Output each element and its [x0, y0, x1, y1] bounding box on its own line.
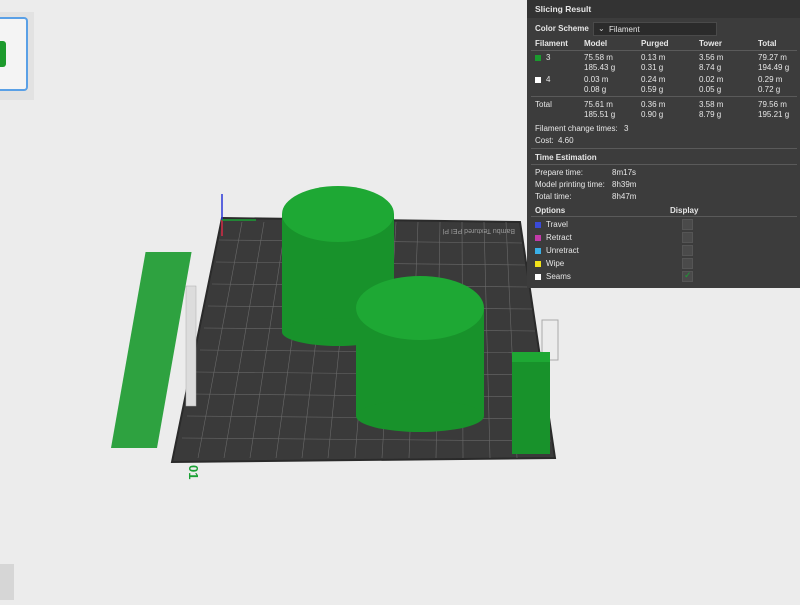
filament-4-total-wt: 0.72 g [758, 85, 781, 94]
filament-3-swatch [535, 55, 541, 61]
separator [531, 96, 797, 97]
plate-tab-left [185, 285, 197, 407]
seams-swatch [535, 274, 541, 280]
display-label: Display [670, 206, 699, 215]
plate-label: Bambu Textured PEI Pl [442, 227, 515, 234]
total-purged-wt: 0.90 g [641, 110, 664, 119]
total-time-label: Total time: [535, 192, 572, 201]
option-label: Seams [546, 272, 571, 281]
col-total: Total [758, 39, 777, 48]
color-scheme-value: Filament [609, 25, 640, 34]
prepare-time-label: Prepare time: [535, 168, 584, 177]
filament-4-model-wt: 0.08 g [584, 85, 607, 94]
panel-title: Slicing Result [527, 0, 800, 18]
filament-3-purged-len: 0.13 m [641, 53, 666, 62]
col-model: Model [584, 39, 608, 48]
filament-4-tower-wt: 0.05 g [699, 85, 722, 94]
total-total-wt: 195.21 g [758, 110, 790, 119]
separator [531, 216, 797, 217]
color-scheme-row: Color Scheme ⌄ Filament [535, 22, 795, 36]
time-estimation-title: Time Estimation [535, 153, 597, 162]
seams-display-checkbox[interactable] [682, 270, 693, 282]
filament-3-total-wt: 194.49 g [758, 63, 790, 72]
slicing-result-panel: Slicing Result Color Scheme ⌄ Filament F… [527, 0, 800, 288]
total-label: Total [535, 100, 552, 109]
travel-display-checkbox[interactable] [682, 219, 693, 230]
option-wipe: Wipe [535, 258, 705, 270]
total-total-len: 79.56 m [758, 100, 787, 109]
filament-3-tower-len: 3.56 m [699, 53, 724, 62]
separator [531, 148, 797, 149]
option-label: Travel [546, 220, 568, 229]
col-tower: Tower [699, 39, 722, 48]
plate-thumbnail[interactable] [0, 17, 28, 91]
filament-3-model-len: 75.58 m [584, 53, 613, 62]
thumbnail-object [0, 41, 6, 67]
option-retract: Retract [535, 232, 705, 244]
filament-change-label: Filament change times: [535, 124, 618, 133]
total-purged-len: 0.36 m [641, 100, 666, 109]
option-label: Retract [546, 233, 572, 242]
separator [531, 50, 797, 51]
filament-3-tower-wt: 8.74 g [699, 63, 722, 72]
retract-swatch [535, 235, 541, 241]
unretract-swatch [535, 248, 541, 254]
wipe-swatch [535, 261, 541, 267]
model-block [512, 352, 550, 454]
filament-4-total-len: 0.29 m [758, 75, 783, 84]
color-scheme-label: Color Scheme [535, 24, 589, 33]
cost-value: 4.60 [558, 136, 574, 145]
options-label: Options [535, 206, 566, 215]
total-model-wt: 185.51 g [584, 110, 616, 119]
bottom-left-chip [0, 564, 14, 600]
travel-swatch [535, 222, 541, 228]
prepare-time-value: 8m17s [612, 168, 637, 177]
filament-change-value: 3 [624, 124, 629, 133]
option-travel: Travel [535, 219, 705, 231]
filament-3-model-wt: 185.43 g [584, 63, 616, 72]
plate-number: 01 [186, 465, 201, 479]
retract-display-checkbox[interactable] [682, 232, 693, 243]
option-seams: Seams [535, 270, 705, 283]
option-label: Wipe [546, 259, 565, 268]
filament-3-purged-wt: 0.31 g [641, 63, 664, 72]
model-time-value: 8h39m [612, 180, 637, 189]
total-tower-wt: 8.79 g [699, 110, 722, 119]
filament-4-model-len: 0.03 m [584, 75, 609, 84]
model-time-label: Model printing time: [535, 180, 605, 189]
prime-tower [111, 252, 192, 448]
chevron-down-icon: ⌄ [598, 24, 605, 33]
filament-4-id: 4 [546, 75, 551, 84]
color-scheme-dropdown[interactable]: ⌄ Filament [593, 22, 717, 36]
filament-3-id: 3 [546, 53, 551, 62]
col-purged: Purged [641, 39, 669, 48]
option-label: Unretract [546, 246, 579, 255]
filament-4-swatch [535, 77, 541, 83]
option-unretract: Unretract [535, 245, 705, 257]
total-model-len: 75.61 m [584, 100, 613, 109]
unretract-display-checkbox[interactable] [682, 245, 693, 256]
filament-4-purged-len: 0.24 m [641, 75, 666, 84]
filament-3-total-len: 79.27 m [758, 53, 787, 62]
total-time-value: 8h47m [612, 192, 637, 201]
cost-label: Cost: [535, 136, 554, 145]
col-filament: Filament [535, 39, 568, 48]
filament-4-tower-len: 0.02 m [699, 75, 724, 84]
wipe-display-checkbox[interactable] [682, 258, 693, 269]
total-tower-len: 3.58 m [699, 100, 724, 109]
filament-4-purged-wt: 0.59 g [641, 85, 664, 94]
object-thumbnail-panel [0, 12, 34, 100]
separator [531, 164, 797, 165]
model-cylinder-2 [356, 276, 484, 432]
